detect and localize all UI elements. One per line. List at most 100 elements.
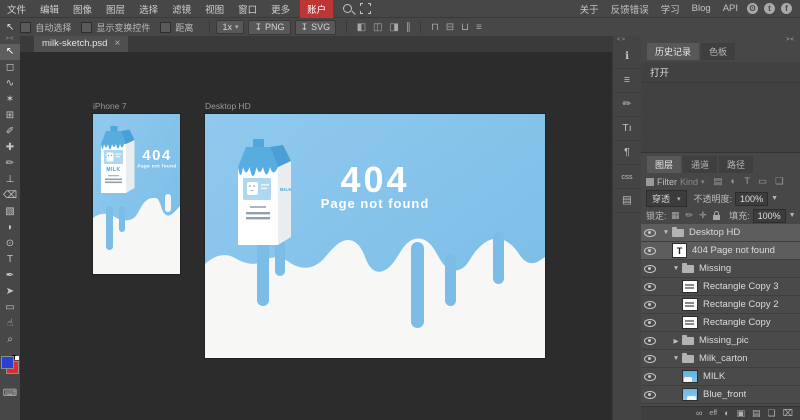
lock-all-icon[interactable]	[713, 215, 720, 220]
visibility-toggle[interactable]	[641, 373, 659, 381]
new-layer-icon[interactable]: ❏	[768, 407, 776, 420]
canvas-area[interactable]: iPhone 7 Desktop HD	[20, 52, 612, 420]
history-entry-open[interactable]: 打开	[641, 62, 800, 83]
menu-item-select[interactable]: 选择	[132, 2, 165, 16]
keyboard-shortcuts-icon[interactable]: ⌨	[3, 388, 17, 399]
layer-row-missing-group[interactable]: ▼ Missing	[641, 260, 800, 278]
link-api[interactable]: API	[717, 3, 744, 14]
fill-value[interactable]: 100%	[753, 209, 786, 223]
rail-collapse-icon[interactable]: <>	[613, 35, 626, 45]
tool-dodge[interactable]: ⊙	[0, 236, 20, 252]
adjustment-icon[interactable]: ◐	[724, 407, 729, 420]
effects-icon[interactable]: eff	[709, 407, 717, 420]
close-icon[interactable]: ×	[114, 38, 120, 49]
new-group-icon[interactable]: ▤	[752, 407, 761, 420]
layer-row-missing-pic-group[interactable]: ▶ Missing_pic	[641, 332, 800, 350]
link-icon[interactable]: ∞	[696, 407, 702, 420]
visibility-toggle[interactable]	[641, 319, 659, 327]
export-svg-button[interactable]: ↧SVG	[295, 20, 337, 35]
artboard-iphone-7[interactable]: MILK 404 Page not found	[93, 114, 180, 274]
tab-swatches[interactable]: 色板	[701, 43, 735, 60]
panel-collapse-icon[interactable]: ><	[786, 37, 795, 43]
tool-settings-panel-icon[interactable]: ≡	[613, 69, 641, 93]
layer-row-rectangle-copy-2[interactable]: Rectangle Copy 2	[641, 296, 800, 314]
tool-type[interactable]: T	[0, 252, 20, 268]
tool-lasso[interactable]: ∿	[0, 76, 20, 92]
filter-shape-layers-icon[interactable]: ▭	[758, 176, 767, 187]
tab-channels[interactable]: 通道	[683, 156, 717, 173]
toolbar-collapse-icon[interactable]: ><	[5, 35, 14, 44]
properties-panel-icon[interactable]: ℹ	[613, 45, 641, 69]
mask-icon[interactable]: ▣	[737, 407, 746, 420]
link-about[interactable]: 关于	[574, 2, 605, 16]
visibility-toggle[interactable]	[641, 247, 659, 255]
artboard-label-iphone[interactable]: iPhone 7	[93, 101, 127, 111]
tool-shape[interactable]: ▭	[0, 300, 20, 316]
tool-hand[interactable]: ☝	[0, 316, 20, 332]
tab-paths[interactable]: 路径	[719, 156, 753, 173]
artboard-desktop-hd[interactable]: MILK 404 Page not found	[205, 114, 545, 358]
twitter-icon[interactable]: t	[764, 3, 775, 14]
menu-item-edit[interactable]: 编辑	[33, 2, 66, 16]
layer-row-milk[interactable]: MILK	[641, 368, 800, 386]
blend-mode-dropdown[interactable]: 穿透 ▾	[646, 190, 687, 207]
visibility-toggle[interactable]	[641, 283, 659, 291]
css-panel-icon[interactable]: css	[613, 165, 641, 189]
align-center-horizontal-icon[interactable]: ◫	[373, 22, 382, 33]
visibility-toggle[interactable]	[641, 301, 659, 309]
foreground-color-swatch[interactable]	[1, 356, 14, 369]
filter-icon[interactable]	[646, 178, 654, 186]
document-tab[interactable]: milk-sketch.psd ×	[34, 35, 128, 52]
menu-item-more[interactable]: 更多	[264, 2, 297, 16]
artboard-label-desktop[interactable]: Desktop HD	[205, 101, 251, 111]
tool-healing-brush[interactable]: ✚	[0, 140, 20, 156]
tab-layers[interactable]: 图层	[647, 156, 681, 173]
align-top-icon[interactable]: ⊓	[431, 22, 439, 33]
menu-item-file[interactable]: 文件	[0, 2, 33, 16]
chevron-down-icon[interactable]: ▼	[789, 212, 796, 219]
search-icon[interactable]	[343, 4, 352, 13]
filter-smart-objects-icon[interactable]: ❏	[775, 176, 784, 187]
link-blog[interactable]: Blog	[686, 3, 717, 14]
image-assets-panel-icon[interactable]: ▤	[613, 189, 641, 213]
align-bottom-icon[interactable]: ⊔	[461, 22, 469, 33]
tool-pen[interactable]: ✒	[0, 268, 20, 284]
filter-pixel-layers-icon[interactable]: ▤	[714, 176, 723, 187]
align-left-icon[interactable]: ◧	[357, 22, 366, 33]
link-report-bug[interactable]: 反馈错误	[605, 2, 655, 16]
tool-path-select[interactable]: ➤	[0, 284, 20, 300]
menu-item-view[interactable]: 视图	[198, 2, 231, 16]
link-learn[interactable]: 学习	[655, 2, 686, 16]
delete-icon[interactable]: ⌧	[783, 407, 793, 420]
visibility-toggle[interactable]	[641, 265, 659, 273]
opacity-value[interactable]: 100%	[735, 192, 768, 206]
color-swatches[interactable]	[1, 355, 19, 374]
paragraph-panel-icon[interactable]: ¶	[613, 141, 641, 165]
facebook-icon[interactable]: f	[781, 3, 792, 14]
menu-item-layer[interactable]: 图层	[99, 2, 132, 16]
tool-eraser[interactable]: ⌫	[0, 188, 20, 204]
align-right-icon[interactable]: ◨	[390, 22, 399, 33]
expand-arrow-icon[interactable]: ▼	[671, 265, 681, 272]
align-middle-vertical-icon[interactable]: ⊟	[446, 22, 454, 33]
distribute-vertical-icon[interactable]: ≡	[476, 22, 482, 33]
expand-arrow-icon[interactable]: ▼	[671, 355, 681, 362]
tool-blur[interactable]: ◗	[0, 220, 20, 236]
tool-crop[interactable]: ⊞	[0, 108, 20, 124]
tool-eyedropper[interactable]: ✐	[0, 124, 20, 140]
tool-clone-stamp[interactable]: ⊥	[0, 172, 20, 188]
tool-gradient[interactable]: ▧	[0, 204, 20, 220]
visibility-toggle[interactable]	[641, 337, 659, 345]
layer-row-404-text[interactable]: T 404 Page not found	[641, 242, 800, 260]
layer-row-blue-front[interactable]: Blue_front	[641, 386, 800, 404]
filter-kind-dropdown[interactable]: Kind	[680, 177, 698, 187]
reddit-icon[interactable]: ʘ	[747, 3, 758, 14]
chevron-down-icon[interactable]: ▼	[771, 195, 778, 202]
distances-checkbox[interactable]: 距离	[160, 21, 193, 34]
visibility-toggle[interactable]	[641, 355, 659, 363]
layer-row-rectangle-copy[interactable]: Rectangle Copy	[641, 314, 800, 332]
distribute-horizontal-icon[interactable]: ∥	[406, 22, 411, 33]
expand-arrow-icon[interactable]: ▼	[661, 229, 671, 236]
character-panel-icon[interactable]: Tı	[613, 117, 641, 141]
tab-history[interactable]: 历史记录	[647, 43, 699, 60]
